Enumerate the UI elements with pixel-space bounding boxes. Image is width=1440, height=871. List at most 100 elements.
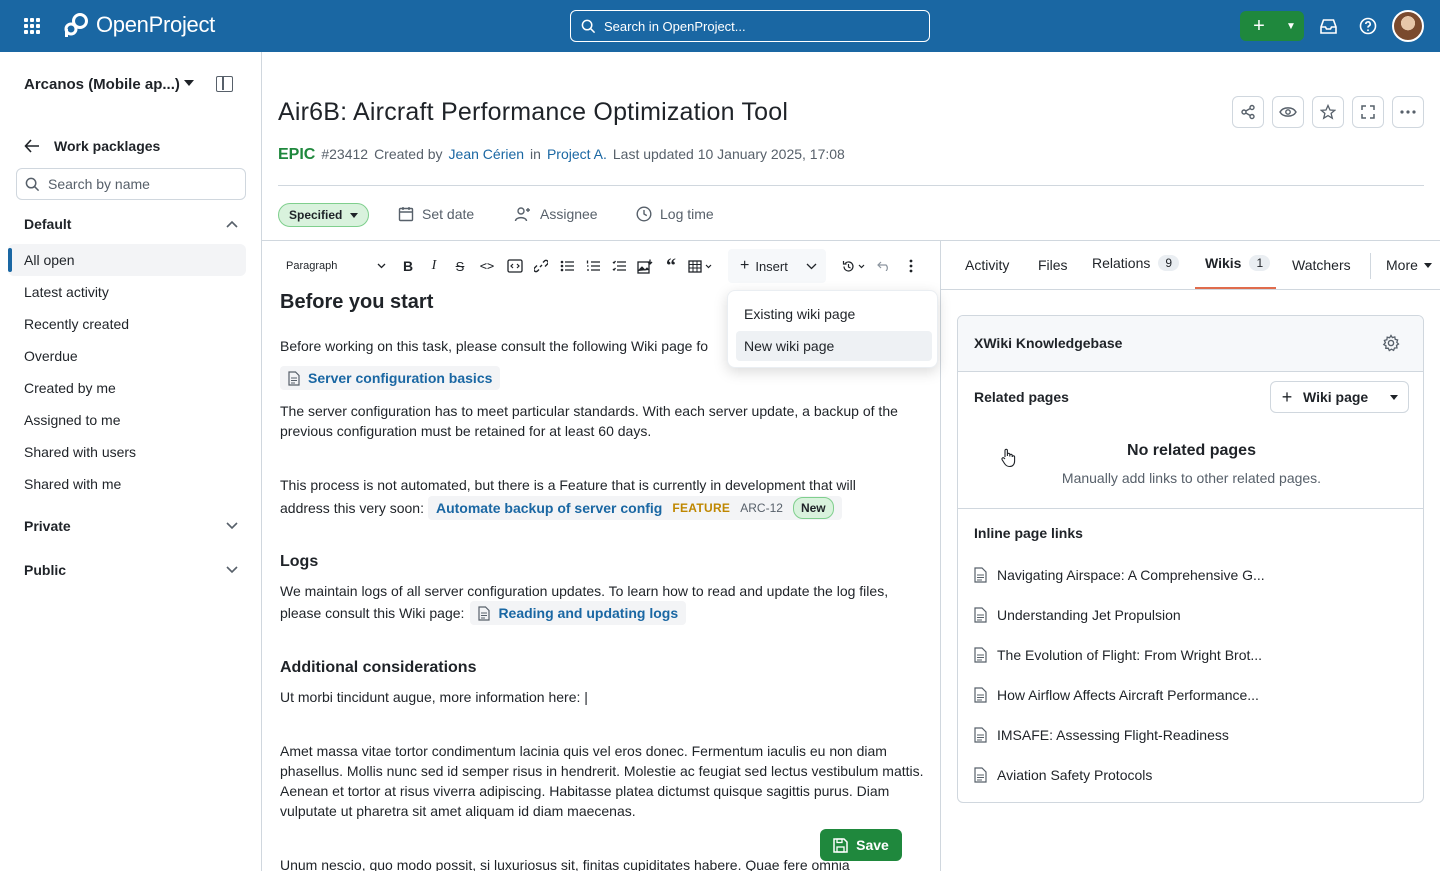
paragraph-label: Paragraph <box>286 260 338 272</box>
insert-label: Insert <box>755 258 788 274</box>
menu-item-existing-wiki-page[interactable]: Existing wiki page <box>736 299 932 329</box>
share-button[interactable] <box>1232 96 1264 128</box>
file-icon <box>974 687 987 703</box>
inline-page-link[interactable]: The Evolution of Flight: From Wright Bro… <box>974 647 1262 663</box>
log-time-button[interactable]: Log time <box>636 206 714 222</box>
insert-table-icon[interactable] <box>684 252 716 280</box>
caret-down-icon[interactable] <box>1390 395 1398 400</box>
favorite-button[interactable] <box>1312 96 1344 128</box>
italic-icon[interactable]: I <box>424 252 444 280</box>
work-package-id: #23412 <box>321 146 369 162</box>
collapse-sidebar-icon[interactable] <box>216 76 233 92</box>
tab-relations[interactable]: Relations 9 <box>1092 255 1180 271</box>
page-title: Air6B: Aircraft Performance Optimization… <box>278 98 789 126</box>
assignee-button[interactable]: Assignee <box>514 206 598 222</box>
sidebar-item-all-open[interactable]: All open <box>24 252 75 268</box>
caret-down-icon <box>1423 262 1432 268</box>
heading-additional-considerations: Additional considerations <box>280 659 477 676</box>
numbered-list-icon[interactable] <box>582 252 604 280</box>
menu-item-new-wiki-page[interactable]: New wiki page <box>736 331 932 361</box>
code-block-icon[interactable] <box>504 252 526 280</box>
history-icon[interactable] <box>838 252 868 280</box>
in-label: in <box>530 146 541 162</box>
bulleted-list-icon[interactable] <box>556 252 578 280</box>
bold-icon[interactable]: B <box>398 252 418 280</box>
code-icon[interactable]: <> <box>476 252 498 280</box>
sidebar-search-input[interactable] <box>48 176 238 192</box>
wiki-link-logs[interactable]: Reading and updating logs <box>470 601 687 625</box>
tab-more[interactable]: More <box>1386 257 1432 273</box>
sidebar-search[interactable] <box>16 168 246 200</box>
tab-files[interactable]: Files <box>1038 257 1068 273</box>
heading-logs: Logs <box>280 553 319 570</box>
strikethrough-icon[interactable]: S <box>450 252 470 280</box>
set-date-button[interactable]: Set date <box>398 206 474 222</box>
set-date-label: Set date <box>422 206 475 222</box>
work-package-link-chip[interactable]: Automate backup of server config FEATURE… <box>427 496 842 520</box>
link-icon[interactable] <box>530 252 552 280</box>
chevron-down-icon[interactable]: ▼ <box>1278 21 1304 32</box>
task-list-icon[interactable] <box>608 252 630 280</box>
sidebar-item-assigned-to-me[interactable]: Assigned to me <box>24 412 121 428</box>
more-vertical-icon[interactable] <box>904 252 918 280</box>
assignee-label: Assignee <box>540 206 598 222</box>
inline-page-link[interactable]: IMSAFE: Assessing Flight-Readiness <box>974 727 1229 743</box>
split-divider[interactable] <box>940 241 941 871</box>
fullscreen-button[interactable] <box>1352 96 1384 128</box>
inline-page-link[interactable]: Navigating Airspace: A Comprehensive G..… <box>974 567 1265 583</box>
status-badge[interactable]: Specified <box>278 203 370 227</box>
wiki-link-label: Server configuration basics <box>308 370 493 386</box>
global-search-input[interactable] <box>604 18 904 34</box>
caret-down-icon[interactable] <box>184 80 194 86</box>
add-wiki-page-label: Wiki page <box>1303 389 1369 405</box>
global-search[interactable] <box>570 10 930 42</box>
sidebar-item-shared-with-users[interactable]: Shared with users <box>24 444 136 460</box>
group-public[interactable]: Public <box>24 562 238 578</box>
wiki-link-server-config[interactable]: Server configuration basics <box>280 366 930 391</box>
more-actions-button[interactable] <box>1392 96 1424 128</box>
paragraph-format-select[interactable]: Paragraph <box>286 252 386 280</box>
insert-image-icon[interactable] <box>634 252 656 280</box>
watch-button[interactable] <box>1272 96 1304 128</box>
blockquote-icon[interactable]: “ <box>660 252 682 280</box>
divider <box>1370 253 1371 279</box>
tab-wikis[interactable]: Wikis 1 <box>1205 255 1271 271</box>
inbox-icon[interactable] <box>1318 16 1338 36</box>
sidebar-item-overdue[interactable]: Overdue <box>24 348 78 364</box>
inline-page-link[interactable]: How Airflow Affects Aircraft Performance… <box>974 687 1259 703</box>
clock-icon <box>636 206 652 222</box>
tab-activity[interactable]: Activity <box>965 257 1009 273</box>
sidebar-item-created-by-me[interactable]: Created by me <box>24 380 116 396</box>
undo-icon[interactable] <box>874 252 894 280</box>
chevron-up-icon <box>226 220 238 228</box>
caret-down-icon <box>350 212 359 218</box>
author-link[interactable]: Jean Cérien <box>449 146 525 162</box>
app-grid-icon[interactable] <box>24 18 40 34</box>
openproject-logo[interactable]: OpenProject <box>62 12 215 38</box>
chevron-down-icon <box>226 566 238 574</box>
sidebar-item-latest-activity[interactable]: Latest activity <box>24 284 109 300</box>
project-link[interactable]: Project A. <box>547 146 607 162</box>
inline-page-link[interactable]: Aviation Safety Protocols <box>974 767 1152 783</box>
save-button[interactable]: Save <box>820 829 902 861</box>
last-updated: Last updated 10 January 2025, 17:08 <box>612 146 845 162</box>
tab-watchers[interactable]: Watchers <box>1292 257 1351 273</box>
insert-menu-button[interactable]: + Insert <box>728 249 826 283</box>
tab-files-label: Files <box>1038 257 1068 273</box>
create-button[interactable]: + ▼ <box>1240 11 1304 41</box>
inline-page-link[interactable]: Understanding Jet Propulsion <box>974 607 1181 623</box>
group-default[interactable]: Default <box>24 216 238 232</box>
add-wiki-page-button[interactable]: + Wiki page <box>1270 381 1409 413</box>
user-avatar[interactable] <box>1392 10 1424 42</box>
gear-icon[interactable] <box>1382 334 1402 354</box>
status-label: Specified <box>289 208 343 222</box>
back-link[interactable]: Work packlages <box>24 138 160 154</box>
feature-status-badge: New <box>792 497 834 519</box>
save-icon <box>833 837 848 853</box>
sidebar-item-recently-created[interactable]: Recently created <box>24 316 129 332</box>
sidebar: Arcanos (Mobile ap...) Work packlages De… <box>0 52 262 871</box>
group-private[interactable]: Private <box>24 518 238 534</box>
help-icon[interactable] <box>1358 16 1378 36</box>
sidebar-item-shared-with-me[interactable]: Shared with me <box>24 476 121 492</box>
project-selector[interactable]: Arcanos (Mobile ap...) <box>24 76 180 93</box>
